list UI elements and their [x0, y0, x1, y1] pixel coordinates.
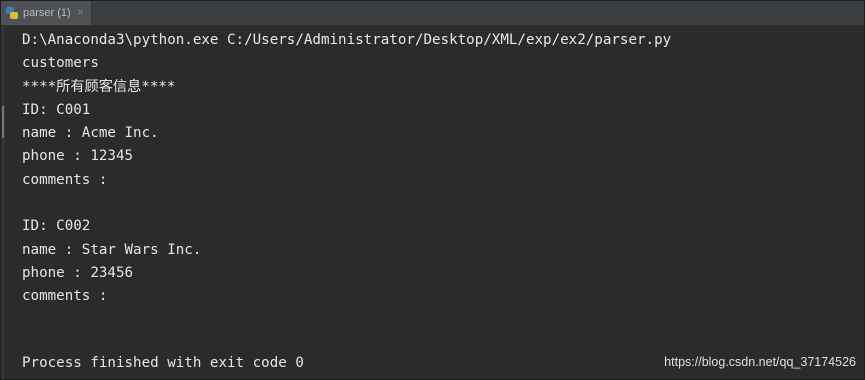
tab-bar: parser (1) ×: [1, 1, 864, 26]
console-line: ID: C002: [22, 218, 91, 235]
console-output[interactable]: D:\Anaconda3\python.exe C:/Users/Adminis…: [22, 29, 864, 309]
run-console-window: parser (1) × D:\Anaconda3\python.exe C:/…: [0, 0, 865, 380]
tab-label: parser (1): [23, 7, 71, 19]
console-line: ****所有顾客信息****: [22, 78, 176, 95]
console-line: ID: C001: [22, 101, 91, 118]
console-line: D:\Anaconda3\python.exe C:/Users/Adminis…: [22, 32, 672, 48]
console-line: phone : 12345: [22, 148, 134, 165]
console-line: comments :: [22, 288, 108, 305]
close-icon[interactable]: ×: [77, 8, 85, 18]
python-icon: [6, 7, 18, 19]
console-gutter: [1, 26, 5, 379]
watermark-url: https://blog.csdn.net/qq_37174526: [664, 355, 856, 369]
console-line: name : Acme Inc.: [22, 125, 159, 142]
console-line: customers: [22, 55, 99, 72]
console-line: name : Star Wars Inc.: [22, 241, 202, 258]
tab-parser[interactable]: parser (1) ×: [1, 1, 92, 25]
gutter-marker: [2, 106, 4, 138]
console-line: comments :: [22, 171, 108, 188]
console-line: phone : 23456: [22, 264, 134, 281]
exit-message: Process finished with exit code 0: [22, 355, 304, 371]
